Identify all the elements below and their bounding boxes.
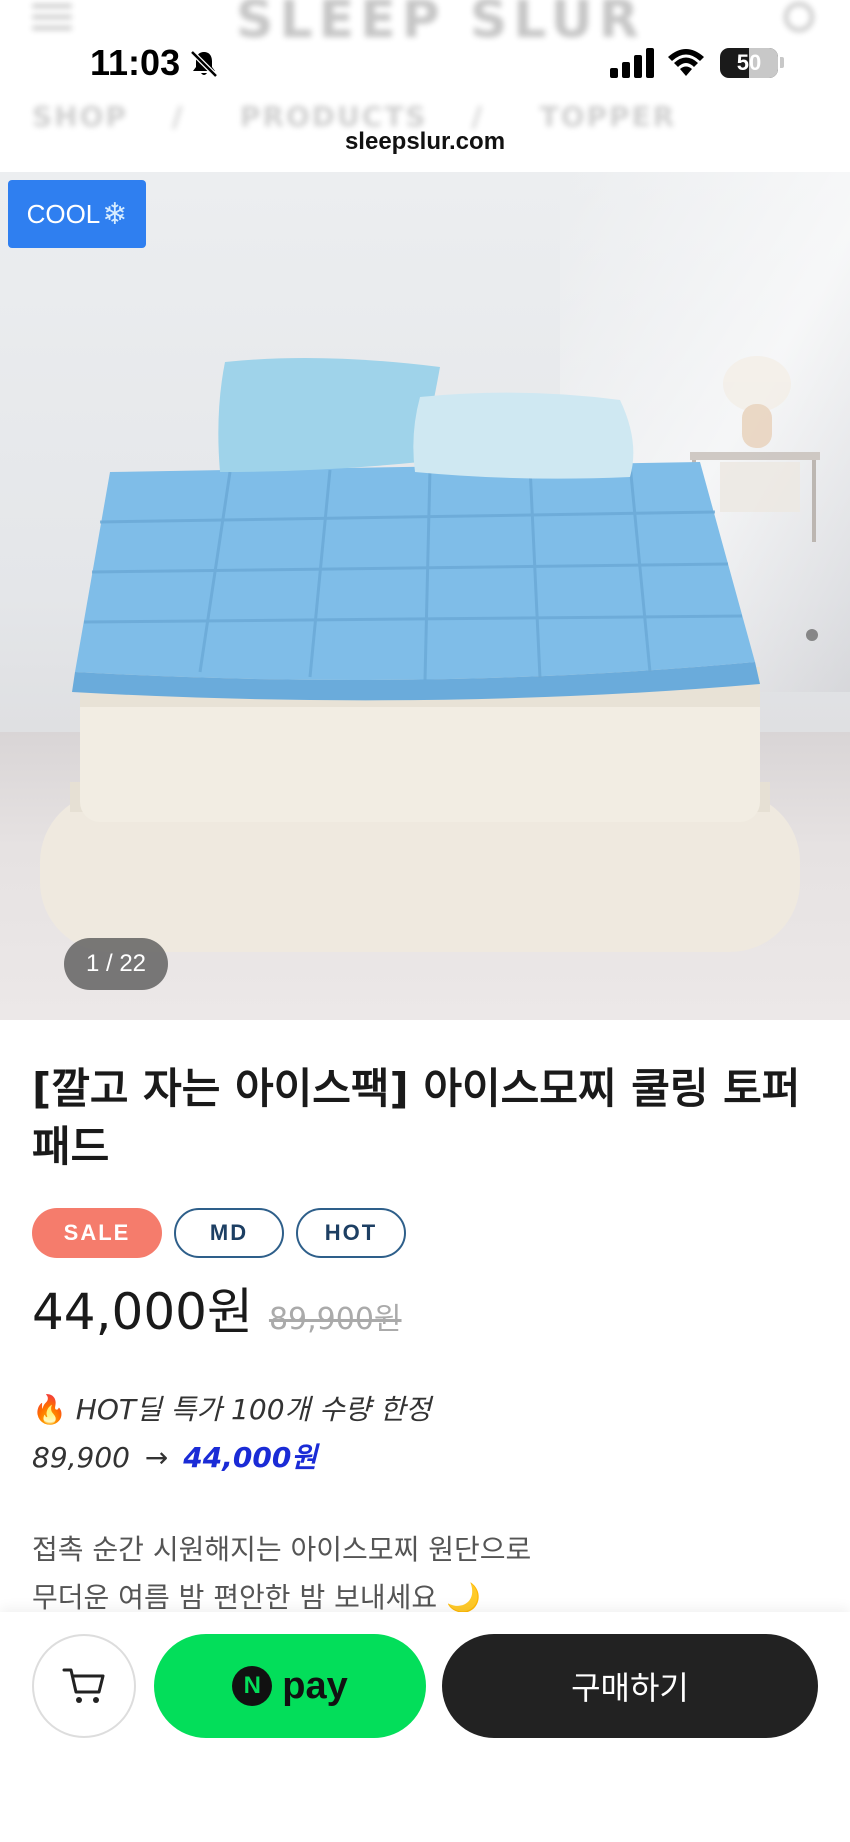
md-badge: MD — [174, 1208, 284, 1258]
image-counter: 1 / 22 — [64, 938, 168, 990]
bottom-action-bar: N pay 구매하기 — [0, 1612, 850, 1842]
deal-price-row: 89,900 → 44,000원 — [32, 1434, 431, 1482]
fire-icon: 🔥 — [32, 1393, 67, 1426]
description-line: 접촉 순간 시원해지는 아이스모찌 원단으로 — [32, 1533, 532, 1566]
arrow-right-icon: → — [144, 1441, 169, 1474]
description-line: 무더운 여름 밤 편안한 밤 보내세요 — [32, 1581, 438, 1614]
sale-badge: SALE — [32, 1208, 162, 1258]
npay-button[interactable]: N pay — [154, 1634, 426, 1738]
cool-label: COOL — [26, 198, 101, 229]
url-bar[interactable]: sleepslur.com — [0, 128, 850, 156]
sale-price: 44,000원 — [32, 1283, 253, 1341]
snowflake-icon: ❄ — [102, 197, 128, 231]
menu-icon[interactable] — [32, 4, 72, 30]
bell-muted-icon — [190, 50, 218, 78]
original-price: 89,900원 — [268, 1302, 402, 1337]
battery-level: 50 — [736, 50, 762, 75]
deal-info: 🔥 HOT딜 특가 100개 수량 한정 89,900 → 44,000원 — [32, 1386, 431, 1482]
top-area: SLEEP SLUR SHOP / PRODUCTS / TOPPER 11:03 … — [0, 0, 850, 172]
cart-icon — [62, 1668, 105, 1703]
site-logo[interactable]: SLEEP SLUR — [236, 0, 645, 50]
cart-button[interactable] — [32, 1634, 136, 1738]
deal-headline-row: 🔥 HOT딜 특가 100개 수량 한정 — [32, 1386, 431, 1434]
naver-n-icon: N — [232, 1666, 273, 1706]
wifi-icon — [668, 49, 704, 76]
hot-badge: HOT — [296, 1208, 406, 1258]
signal-icon — [610, 48, 654, 78]
deal-from-price: 89,900 — [32, 1441, 130, 1474]
deal-to-price: 44,000원 — [183, 1441, 318, 1474]
bed-illustration — [40, 356, 820, 952]
deal-headline: HOT딜 특가 100개 수량 한정 — [75, 1393, 432, 1426]
cool-badge: COOL ❄ — [8, 180, 146, 248]
badge-row: SALE MD HOT — [32, 1208, 406, 1260]
product-description: 접촉 순간 시원해지는 아이스모찌 원단으로 무더운 여름 밤 편안한 밤 보내… — [32, 1526, 531, 1622]
moon-icon: 🌙 — [446, 1581, 481, 1614]
search-icon[interactable] — [784, 2, 814, 32]
npay-label: pay — [282, 1664, 348, 1707]
buy-button[interactable]: 구매하기 — [442, 1634, 818, 1738]
price-row: 44,000원 89,900원 — [32, 1272, 402, 1344]
battery-icon: 50 — [720, 48, 778, 78]
product-title: [깔고 자는 아이스팩] 아이스모찌 쿨링 토퍼패드 — [32, 1064, 801, 1171]
status-time: 11:03 — [90, 42, 181, 83]
product-image[interactable]: COOL ❄ 1 / 22 — [0, 172, 850, 1020]
